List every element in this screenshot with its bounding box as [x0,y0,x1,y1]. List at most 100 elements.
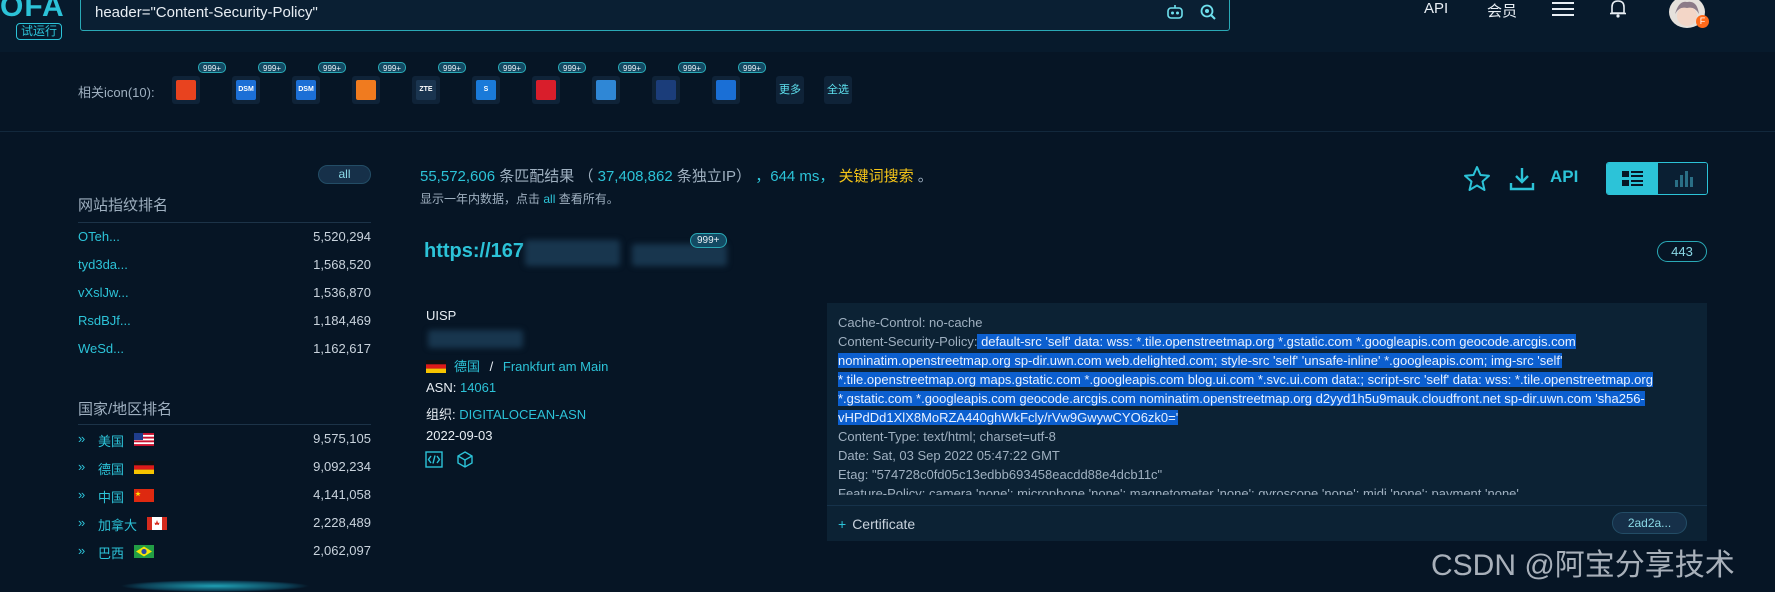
result-url[interactable]: https://167 [424,240,524,263]
api-button[interactable]: API [1550,167,1578,187]
country-name[interactable]: 德国 [98,459,124,478]
total-suffix: 条匹配结果 [499,168,575,185]
robot-icon[interactable] [1166,3,1184,21]
site-name[interactable]: WeSd... [78,341,124,356]
related-icon-item[interactable] [712,76,740,104]
country-rank-row[interactable]: » 德国 9,092,234 [78,459,371,479]
country-name[interactable]: 加拿大 [98,515,137,534]
cert-hash-pill[interactable]: 2ad2a... [1612,512,1687,534]
related-icon-count-badge: 999+ [318,62,347,73]
logo[interactable]: OFA [0,0,65,24]
header-csp-label: Content-Security-Policy: [838,334,978,349]
asn-label: ASN: [426,380,457,395]
org-line: 组织: DIGITALOCEAN-ASN [426,404,586,423]
country-rank-row[interactable]: » 美国 9,575,105 [78,431,371,451]
chart-view-button[interactable] [1658,163,1707,194]
related-icon-item[interactable] [592,76,620,104]
double-chevron-right-icon[interactable]: » [78,543,85,558]
all-filter-pill[interactable]: all [318,165,371,184]
asn-link[interactable]: 14061 [460,380,496,395]
related-icon-item[interactable] [352,76,380,104]
certificate-label: Certificate [852,516,916,532]
keyword-search-link[interactable]: 关键词搜索 [839,168,914,185]
country-rank-row[interactable]: » 巴西 2,062,097 [78,543,371,563]
search-icon[interactable] [1199,3,1217,21]
related-icon-count-badge: 999+ [378,62,407,73]
double-chevron-right-icon[interactable]: » [78,515,85,530]
show-all-link[interactable]: all [543,192,555,206]
red-dots-icon [536,80,556,100]
header-date: Date: Sat, 03 Sep 2022 05:47:22 GMT [838,448,1060,463]
separator: / [489,359,494,374]
related-icon-count-badge: 999+ [258,62,287,73]
member-link[interactable]: 会员 [1487,0,1517,21]
header-content-type: Content-Type: text/html; charset=utf-8 [838,429,1056,444]
star-icon[interactable] [1463,165,1491,193]
redacted-url-part [525,240,620,266]
site-rank-row[interactable]: vXslJw... 1,536,870 [78,285,371,305]
period: 。 [917,168,933,185]
country-rank-title: 国家/地区排名 [78,401,173,418]
menu-icon[interactable] [1551,0,1575,18]
related-icons-row: 相关icon(10): 999+ DSM 999+ DSM 999+ 999+ ZTE 999… [0,52,1775,132]
site-name[interactable]: OTeh... [78,229,120,244]
header-etag: Etag: "574728c0fd05c13edbb693458eacdd88e… [838,467,1163,482]
site-count: 5,520,294 [313,229,371,244]
select-all-button[interactable]: 全选 [824,76,852,104]
site-name[interactable]: tyd3da... [78,257,128,272]
search-input[interactable] [95,0,1135,30]
response-headers-text[interactable]: Cache-Control: no-cache Content-Security… [838,313,1698,495]
code-icon[interactable] [425,451,443,468]
top-bar: OFA 试运行 API 会员 F [0,0,1775,52]
related-icon-item[interactable]: ZTE [412,76,440,104]
site-count: 1,536,870 [313,285,371,300]
site-rank-row[interactable]: tyd3da... 1,568,520 [78,257,371,277]
hint-text: 显示一年内数据，点击 [420,192,541,206]
total-count: 55,572,606 [420,168,496,185]
port-badge[interactable]: 443 [1657,241,1707,262]
org-link[interactable]: DIGITALOCEAN-ASN [459,407,586,422]
list-view-button[interactable] [1607,163,1658,194]
country-link[interactable]: 德国 [454,359,480,374]
site-name[interactable]: vXslJw... [78,285,129,300]
related-icon-item[interactable]: DSM [292,76,320,104]
related-icon-item[interactable] [652,76,680,104]
bell-icon[interactable] [1608,0,1628,18]
cn-flag-icon [134,489,154,502]
related-icon-item[interactable] [532,76,560,104]
more-button[interactable]: 更多 [776,76,804,104]
view-toggle [1606,162,1708,195]
download-icon[interactable] [1508,165,1536,193]
query-time: ，644 ms， [755,168,835,185]
country-rank-row[interactable]: » 加拿大 2,228,489 [78,515,371,535]
double-chevron-right-icon[interactable]: » [78,431,85,446]
feather-icon [596,80,616,100]
site-rank-row[interactable]: OTeh... 5,520,294 [78,229,371,249]
cube-icon[interactable] [456,451,474,468]
site-name[interactable]: RsdBJf... [78,313,131,328]
api-link[interactable]: API [1424,0,1448,17]
country-rank-row[interactable]: » 中国 4,141,058 [78,487,371,507]
related-icon-item[interactable] [172,76,200,104]
site-count: 1,184,469 [313,313,371,328]
s-logo-icon: S [476,80,496,100]
site-rank-row[interactable]: RsdBJf... 1,184,469 [78,313,371,333]
country-name[interactable]: 巴西 [98,543,124,562]
certificate-toggle[interactable]: + Certificate [838,516,915,532]
location-line: 德国 / Frankfurt am Main [426,356,608,375]
country-name[interactable]: 中国 [98,487,124,506]
double-chevron-right-icon[interactable]: » [78,487,85,502]
country-name[interactable]: 美国 [98,431,124,450]
list-view-icon [1622,171,1643,186]
divider [78,424,371,425]
swoosh-icon [356,80,376,100]
related-icon-item[interactable]: DSM [232,76,260,104]
related-icon-item[interactable]: S [472,76,500,104]
city-link[interactable]: Frankfurt am Main [503,359,608,374]
open-paren: （ [578,168,594,185]
site-rank-row[interactable]: WeSd... 1,162,617 [78,341,371,361]
double-chevron-right-icon[interactable]: » [78,459,85,474]
hint-text-2: 查看所有。 [558,192,619,206]
spider-icon [176,80,196,100]
ca-flag-icon [147,517,167,530]
